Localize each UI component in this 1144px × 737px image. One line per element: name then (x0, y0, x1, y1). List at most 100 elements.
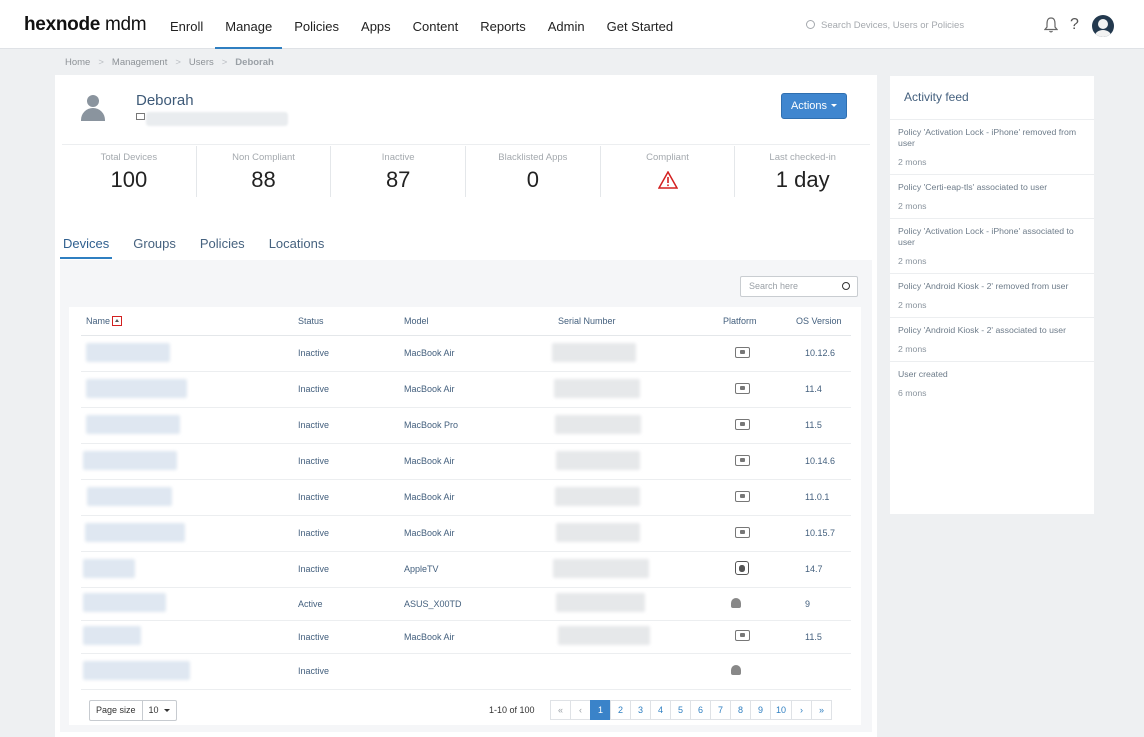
page-button-9[interactable]: 9 (750, 700, 771, 720)
tab-groups[interactable]: Groups (130, 236, 179, 259)
page-button-1[interactable]: 1 (590, 700, 611, 720)
serial-redacted (555, 486, 640, 506)
device-model (404, 653, 558, 690)
breadcrumb-users[interactable]: Users (189, 57, 214, 68)
page-button-2[interactable]: 2 (610, 700, 631, 720)
devices-table: Name Status Model Serial Number Platform… (81, 307, 851, 690)
table-row[interactable]: Inactive MacBook Air 10.15.7 (81, 515, 851, 552)
device-name-redacted[interactable] (83, 660, 190, 680)
tab-locations[interactable]: Locations (266, 236, 328, 259)
stat-total-devices[interactable]: Total Devices 100 (62, 146, 197, 197)
table-row[interactable]: Inactive MacBook Pro 11.5 (81, 407, 851, 444)
page-button-6[interactable]: 6 (690, 700, 711, 720)
hexnode-logo[interactable]: hexnode mdm (24, 14, 147, 36)
device-name-redacted[interactable] (85, 522, 185, 542)
tab-devices[interactable]: Devices (60, 236, 113, 259)
device-name-redacted[interactable] (86, 342, 170, 362)
table-row[interactable]: Active ASUS_X00TD 9 (81, 587, 851, 621)
nav-manage[interactable]: Manage (215, 0, 283, 49)
stat-inactive[interactable]: Inactive 87 (331, 146, 467, 197)
sort-asc-icon[interactable] (112, 315, 123, 326)
device-os-version: 11.4 (796, 371, 851, 408)
nav-admin[interactable]: Admin (538, 0, 595, 49)
email-redacted (146, 112, 288, 126)
page-button-3[interactable]: 3 (630, 700, 651, 720)
device-name-redacted[interactable] (83, 450, 177, 470)
table-row[interactable]: Inactive MacBook Air 10.14.6 (81, 443, 851, 480)
device-name-redacted[interactable] (83, 626, 141, 645)
col-model[interactable]: Model (404, 307, 558, 336)
page-button-8[interactable]: 8 (730, 700, 751, 720)
first-page-button[interactable]: « (550, 700, 571, 720)
feed-text: Policy 'Android Kiosk - 2' associated to… (898, 325, 1066, 335)
search-placeholder: Search Devices, Users or Policies (821, 20, 965, 31)
table-row[interactable]: Inactive MacBook Air 10.12.6 (81, 335, 851, 372)
nav-get-started[interactable]: Get Started (597, 0, 683, 49)
device-name-redacted[interactable] (86, 378, 187, 398)
device-name-redacted[interactable] (83, 558, 135, 578)
nav-apps[interactable]: Apps (351, 0, 401, 49)
serial-redacted (552, 342, 636, 362)
search-icon (806, 20, 815, 29)
actions-button[interactable]: Actions (781, 93, 847, 119)
table-search-input[interactable]: Search here (740, 276, 858, 297)
table-row[interactable]: Inactive MacBook Air 11.4 (81, 371, 851, 408)
page-size-select[interactable]: Page size 10 (89, 700, 177, 721)
breadcrumb-home[interactable]: Home (65, 57, 90, 68)
help-icon[interactable]: ? (1070, 16, 1079, 34)
android-icon (731, 665, 741, 675)
table-row[interactable]: Inactive MacBook Air 11.0.1 (81, 479, 851, 516)
page-button-10[interactable]: 10 (770, 700, 793, 720)
device-model: MacBook Air (404, 479, 558, 516)
tab-policies[interactable]: Policies (197, 236, 248, 259)
stat-non-compliant[interactable]: Non Compliant 88 (197, 146, 332, 197)
device-status: Active (298, 587, 404, 621)
macos-icon (735, 382, 750, 394)
page-button-4[interactable]: 4 (650, 700, 671, 720)
device-status: Inactive (298, 335, 404, 372)
table-row[interactable]: Inactive AppleTV 14.7 (81, 551, 851, 588)
page-button-5[interactable]: 5 (670, 700, 691, 720)
actions-label: Actions (790, 100, 828, 112)
device-name-redacted[interactable] (83, 593, 166, 612)
col-os-version[interactable]: OS Version (796, 307, 851, 336)
pagination-range: 1-10 of 100 (489, 705, 535, 715)
device-name-redacted[interactable] (86, 414, 180, 434)
table-row[interactable]: Inactive MacBook Air 11.5 (81, 620, 851, 654)
page-size-value[interactable]: 10 (143, 701, 176, 720)
serial-redacted (556, 522, 640, 542)
stat-label: Last checked-in (769, 152, 836, 163)
breadcrumb-management[interactable]: Management (112, 57, 167, 68)
devices-table-card: Name Status Model Serial Number Platform… (69, 307, 861, 725)
apple-icon (735, 561, 749, 575)
prev-page-button[interactable]: ‹ (570, 700, 591, 720)
stat-value: 87 (385, 167, 411, 192)
device-os-version: 10.14.6 (796, 443, 851, 480)
serial-redacted (558, 626, 650, 645)
device-os-version (796, 653, 851, 690)
nav-policies[interactable]: Policies (284, 0, 349, 49)
global-search-input[interactable]: Search Devices, Users or Policies (806, 19, 964, 31)
next-page-button[interactable]: › (791, 700, 813, 720)
logo-text: hexnode (24, 14, 101, 35)
stat-blacklisted-apps[interactable]: Blacklisted Apps 0 (466, 146, 601, 197)
table-row[interactable]: Inactive (81, 653, 851, 690)
device-name-redacted[interactable] (87, 486, 172, 506)
search-icon (842, 282, 850, 290)
col-serial-number[interactable]: Serial Number (558, 307, 723, 336)
feed-time: 2 mons (898, 157, 927, 167)
col-status[interactable]: Status (298, 307, 404, 336)
list-item: User created 6 mons (890, 361, 1094, 405)
user-avatar[interactable] (1092, 15, 1114, 37)
col-name[interactable]: Name (81, 307, 298, 336)
nav-enroll[interactable]: Enroll (160, 0, 213, 49)
bell-icon[interactable] (1044, 17, 1058, 33)
macos-icon (735, 418, 750, 430)
nav-content[interactable]: Content (403, 0, 469, 49)
page-button-7[interactable]: 7 (710, 700, 731, 720)
col-platform[interactable]: Platform (723, 307, 796, 336)
nav-reports[interactable]: Reports (470, 0, 536, 49)
list-item: Policy 'Activation Lock - iPhone' remove… (890, 119, 1094, 174)
device-model: MacBook Pro (404, 407, 558, 444)
last-page-button[interactable]: » (811, 700, 833, 720)
